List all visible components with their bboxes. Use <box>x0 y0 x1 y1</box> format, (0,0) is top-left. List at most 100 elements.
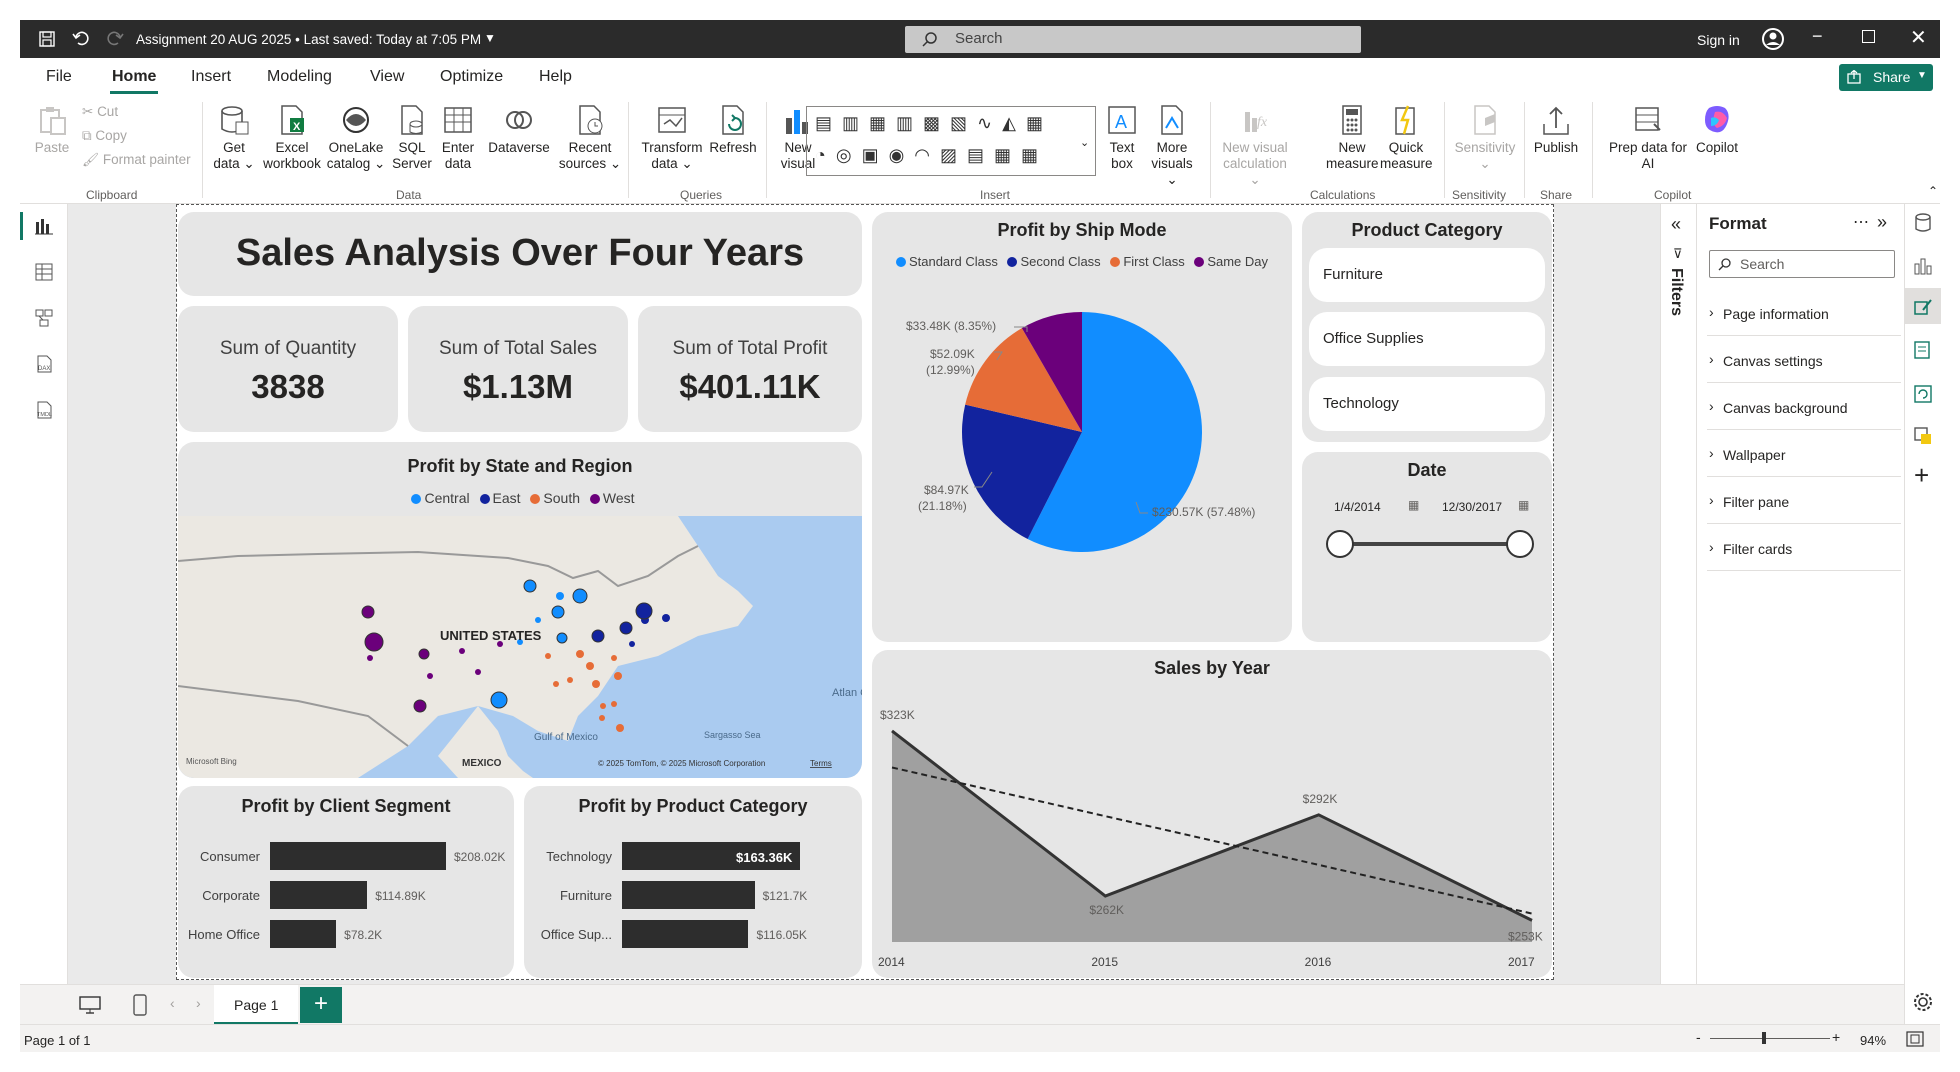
dataverse-button[interactable]: Dataverse <box>484 104 554 156</box>
map-bubble[interactable] <box>553 681 559 687</box>
collapse-ribbon-icon[interactable]: ⌃ <box>1928 184 1938 198</box>
zoom-in-button[interactable]: + <box>1832 1029 1840 1045</box>
map-bubble[interactable] <box>614 672 622 680</box>
zoom-slider[interactable] <box>1710 1038 1830 1039</box>
map-bubble[interactable] <box>475 669 481 675</box>
section-wallpaper[interactable]: › Wallpaper <box>1707 431 1901 477</box>
format-pane-icon[interactable] <box>1913 296 1933 316</box>
paste-button[interactable]: Paste <box>32 104 72 156</box>
scroll-left-icon[interactable]: ‹ <box>170 995 175 1011</box>
filters-pane-collapsed[interactable]: « ⊽ Filters <box>1660 204 1696 984</box>
map-bubble[interactable] <box>545 653 551 659</box>
format-painter-button[interactable]: 🖌 Format painter <box>82 152 191 168</box>
redo-icon[interactable] <box>106 29 124 47</box>
map-bubble[interactable] <box>591 629 605 643</box>
copilot-button[interactable]: Copilot <box>1686 104 1748 156</box>
map-bubble[interactable] <box>635 602 653 620</box>
map-bubble[interactable] <box>418 648 430 660</box>
mobile-layout-icon[interactable] <box>132 993 148 1017</box>
map-bubble[interactable] <box>567 677 573 683</box>
save-icon[interactable] <box>38 30 56 48</box>
close-icon[interactable]: ✕ <box>1910 25 1927 50</box>
map-bubble[interactable] <box>619 621 633 635</box>
map-bubble[interactable] <box>523 579 537 593</box>
tab-help[interactable]: Help <box>539 68 572 86</box>
copy-button[interactable]: ⧉ Copy <box>82 128 127 144</box>
tab-file[interactable]: File <box>46 68 72 86</box>
settings-gear-icon[interactable] <box>1913 992 1933 1012</box>
visual-gallery[interactable]: ▤▥▦▥▩▧∿◭▦ ◔◎▣◉◠▨▤▦▦ <box>806 106 1096 176</box>
map-card[interactable]: Profit by State and Region Central East … <box>178 442 862 778</box>
map-bubble[interactable] <box>599 715 605 721</box>
slicer-item-technology[interactable]: Technology <box>1309 377 1545 431</box>
kpi-card-total-profit[interactable]: Sum of Total Profit $401.11K <box>638 306 862 432</box>
calendar-icon[interactable]: ▦ <box>1408 498 1419 512</box>
recent-sources-button[interactable]: Recent sources ⌄ <box>558 104 622 172</box>
map-bubble[interactable] <box>556 592 564 600</box>
ship-mode-card[interactable]: Profit by Ship Mode Standard Class Secon… <box>872 212 1292 642</box>
map-bubble[interactable] <box>662 614 670 622</box>
pie-chart[interactable]: $230.57K (57.48%) $84.97K (21.18%) $52.0… <box>872 282 1292 642</box>
visualizations-pane-icon[interactable] <box>1913 256 1933 276</box>
cut-button[interactable]: ✂ Cut <box>82 104 118 120</box>
map-bubble[interactable] <box>611 701 617 707</box>
bar[interactable] <box>270 920 337 948</box>
tab-view[interactable]: View <box>370 68 404 86</box>
page-tab-page-1[interactable]: Page 1 <box>214 985 298 1025</box>
filters-label[interactable]: Filters <box>1667 268 1685 316</box>
map-bubble[interactable] <box>551 605 565 619</box>
slicer-item-furniture[interactable]: Furniture <box>1309 248 1545 302</box>
bookmarks-pane-icon[interactable] <box>1913 426 1933 446</box>
new-visual-calculation-button[interactable]: fx New visual calculation ⌄ <box>1216 104 1294 188</box>
desktop-layout-icon[interactable] <box>78 995 102 1015</box>
date-slicer[interactable]: Date 1/4/2014 ▦ 12/30/2017 ▦ <box>1302 452 1552 642</box>
section-canvas-settings[interactable]: › Canvas settings <box>1707 337 1901 383</box>
slicer-item-office-supplies[interactable]: Office Supplies <box>1309 312 1545 366</box>
date-range-start-handle[interactable] <box>1326 530 1354 558</box>
map-bubble[interactable] <box>629 641 635 647</box>
zoom-slider-thumb[interactable] <box>1762 1032 1766 1044</box>
sql-server-button[interactable]: SQL Server <box>390 104 434 172</box>
refresh-button[interactable]: Refresh <box>708 104 758 156</box>
client-segment-card[interactable]: Profit by Client Segment Consumer $208.02… <box>178 786 514 978</box>
map-bubble[interactable] <box>413 699 427 713</box>
bar[interactable] <box>270 881 368 909</box>
build-visual-icon[interactable] <box>1913 340 1933 360</box>
bar[interactable] <box>270 842 446 870</box>
tab-insert[interactable]: Insert <box>191 68 231 86</box>
map-bubble[interactable] <box>361 605 375 619</box>
data-pane-icon[interactable] <box>1913 212 1933 234</box>
product-category-bars[interactable]: Technology $163.36K Furniture $121.7K Office… <box>524 842 862 972</box>
scroll-right-icon[interactable]: › <box>196 995 201 1011</box>
minimize-icon[interactable]: − <box>1812 26 1823 47</box>
date-start[interactable]: 1/4/2014 <box>1334 500 1381 514</box>
client-segment-bars[interactable]: Consumer $208.02K Corporate $114.89K Home Of… <box>178 842 514 972</box>
visual-gallery-row2-icons[interactable]: ◔◎▣◉◠▨▤▦▦ <box>815 145 1048 166</box>
report-view-icon[interactable] <box>34 216 54 236</box>
date-range-end-handle[interactable] <box>1506 530 1534 558</box>
text-box-button[interactable]: A Text box <box>1102 104 1142 172</box>
sales-by-year-card[interactable]: Sales by Year $323K $262K $292K $253K 2014 20… <box>872 650 1552 978</box>
enter-data-button[interactable]: Enter data <box>436 104 480 172</box>
chevron-down-icon[interactable]: ▼ <box>484 31 496 45</box>
sign-in-link[interactable]: Sign in <box>1697 32 1740 48</box>
maximize-icon[interactable] <box>1862 30 1875 43</box>
quick-measure-button[interactable]: Quick measure <box>1380 104 1433 172</box>
zoom-out-button[interactable]: - <box>1696 1029 1701 1045</box>
title-card[interactable]: Sales Analysis Over Four Years <box>178 212 862 296</box>
table-view-icon[interactable] <box>34 262 54 282</box>
section-canvas-background[interactable]: › Canvas background <box>1707 384 1901 430</box>
add-page-button[interactable]: + <box>300 987 342 1023</box>
section-filter-cards[interactable]: › Filter cards <box>1707 525 1901 571</box>
map-bubble[interactable] <box>611 655 617 661</box>
format-search-input[interactable]: Search <box>1709 250 1895 278</box>
expand-filters-icon[interactable]: « <box>1671 214 1681 235</box>
map-bubble[interactable] <box>600 703 606 709</box>
visual-gallery-row1-icons[interactable]: ▤▥▦▥▩▧∿◭▦ <box>815 113 1053 134</box>
map-bubble[interactable] <box>535 617 541 623</box>
map-bubble[interactable] <box>490 691 508 709</box>
account-icon[interactable] <box>1761 27 1785 51</box>
get-data-button[interactable]: Get data ⌄ <box>212 104 256 172</box>
bar[interactable] <box>622 881 755 909</box>
tmdl-view-icon[interactable]: TMDL <box>34 400 54 420</box>
